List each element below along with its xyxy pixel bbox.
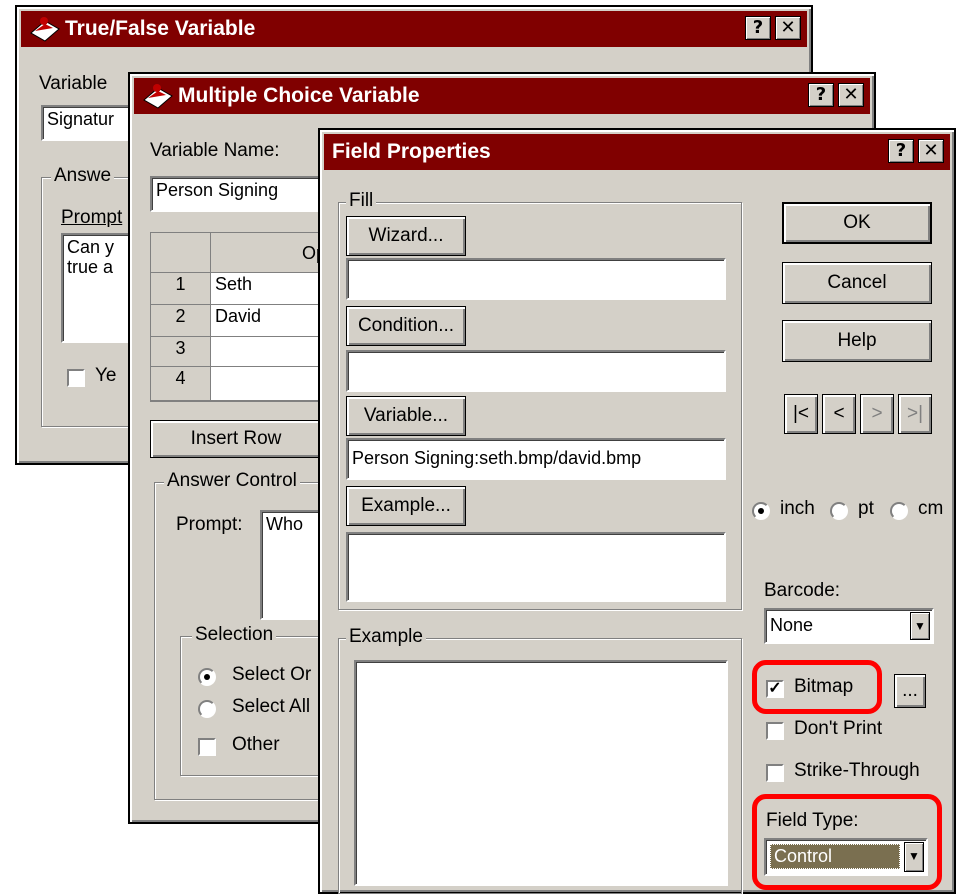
- ok-button[interactable]: OK: [782, 202, 932, 244]
- other-checkbox[interactable]: [198, 738, 216, 756]
- next-record-button[interactable]: >: [860, 394, 894, 434]
- selection-group-label: Selection: [192, 624, 277, 646]
- first-record-button[interactable]: |<: [784, 394, 818, 434]
- field-properties-window: Field Properties ? ✕ Fill Wizard... Cond…: [318, 128, 956, 894]
- answer-control-group-label: Answer Control: [164, 470, 300, 492]
- row-value[interactable]: Seth: [211, 273, 331, 305]
- example-button[interactable]: Example...: [346, 486, 466, 526]
- help-dialog-button[interactable]: Help: [782, 320, 932, 362]
- row-number[interactable]: 1: [151, 273, 211, 305]
- help-button[interactable]: ?: [888, 139, 914, 163]
- help-button[interactable]: ?: [808, 83, 834, 107]
- close-button[interactable]: ✕: [838, 83, 864, 107]
- barcode-select[interactable]: None ▼: [764, 608, 934, 644]
- select-one-radio[interactable]: [198, 668, 216, 686]
- row-number[interactable]: 4: [151, 367, 211, 401]
- row-number[interactable]: 2: [151, 305, 211, 337]
- example-preview: [354, 660, 728, 886]
- window-title: Field Properties: [332, 140, 491, 163]
- unit-cm-radio[interactable]: [890, 502, 908, 520]
- unit-inch-radio[interactable]: [752, 502, 770, 520]
- wizard-field[interactable]: [346, 258, 726, 300]
- previous-record-button[interactable]: <: [822, 394, 856, 434]
- example-field[interactable]: [346, 532, 726, 602]
- dont-print-checkbox[interactable]: [766, 722, 784, 740]
- insert-row-button[interactable]: Insert Row: [150, 420, 322, 458]
- title-bar[interactable]: Field Properties ? ✕: [324, 134, 950, 170]
- app-icon: [143, 84, 173, 109]
- variable-button[interactable]: Variable...: [346, 396, 466, 436]
- unit-pt-radio[interactable]: [830, 502, 848, 520]
- window-title: True/False Variable: [65, 17, 256, 40]
- bitmap-browse-button[interactable]: ...: [894, 674, 926, 708]
- field-type-highlight: [752, 794, 942, 890]
- close-button[interactable]: ✕: [775, 16, 801, 40]
- unit-inch-label: inch: [780, 498, 815, 519]
- wizard-button[interactable]: Wizard...: [346, 216, 466, 256]
- cancel-button[interactable]: Cancel: [782, 262, 932, 304]
- last-record-button[interactable]: >|: [898, 394, 932, 434]
- close-button[interactable]: ✕: [918, 139, 944, 163]
- title-bar[interactable]: True/False Variable ? ✕: [21, 11, 807, 47]
- bitmap-highlight: [752, 660, 882, 714]
- prompt-label: Prompt:: [176, 514, 243, 535]
- variable-name-label: Variable Name:: [150, 140, 280, 161]
- variable-name-field[interactable]: Person Signing: [150, 176, 320, 212]
- row-value[interactable]: [211, 367, 331, 401]
- barcode-value: None: [770, 615, 814, 635]
- fill-group-label: Fill: [346, 190, 377, 212]
- other-checkbox-label: Other: [232, 734, 280, 755]
- yes-checkbox-label: Ye: [95, 365, 117, 386]
- select-one-label: Select Or: [232, 664, 312, 685]
- answer-group-label: Answe: [51, 165, 115, 187]
- options-grid[interactable]: Op 1 Seth 2 David 3 4: [150, 232, 331, 402]
- select-all-radio[interactable]: [198, 700, 216, 718]
- grid-column-header[interactable]: Op: [211, 233, 331, 273]
- help-button[interactable]: ?: [745, 16, 771, 40]
- unit-pt-label: pt: [858, 498, 874, 519]
- strike-through-label: Strike-Through: [794, 760, 920, 781]
- dont-print-label: Don't Print: [794, 718, 883, 739]
- chevron-down-icon[interactable]: ▼: [910, 612, 930, 640]
- row-value[interactable]: [211, 337, 331, 367]
- row-value[interactable]: David: [211, 305, 331, 337]
- variable-field[interactable]: Person Signing:seth.bmp/david.bmp: [346, 438, 726, 480]
- condition-button[interactable]: Condition...: [346, 306, 466, 346]
- grid-corner: [151, 233, 211, 273]
- yes-checkbox[interactable]: [67, 369, 85, 387]
- window-title: Multiple Choice Variable: [178, 84, 420, 107]
- row-number[interactable]: 3: [151, 337, 211, 367]
- strike-through-checkbox[interactable]: [766, 764, 784, 782]
- prompt-label: Prompt: [61, 207, 123, 228]
- barcode-label: Barcode:: [764, 580, 841, 601]
- condition-field[interactable]: [346, 350, 726, 392]
- example-group-label: Example: [346, 626, 426, 648]
- unit-cm-label: cm: [918, 498, 944, 519]
- app-icon: [30, 17, 60, 42]
- title-bar[interactable]: Multiple Choice Variable ? ✕: [134, 78, 870, 114]
- variable-label: Variable: [39, 73, 108, 94]
- select-all-label: Select All: [232, 696, 311, 717]
